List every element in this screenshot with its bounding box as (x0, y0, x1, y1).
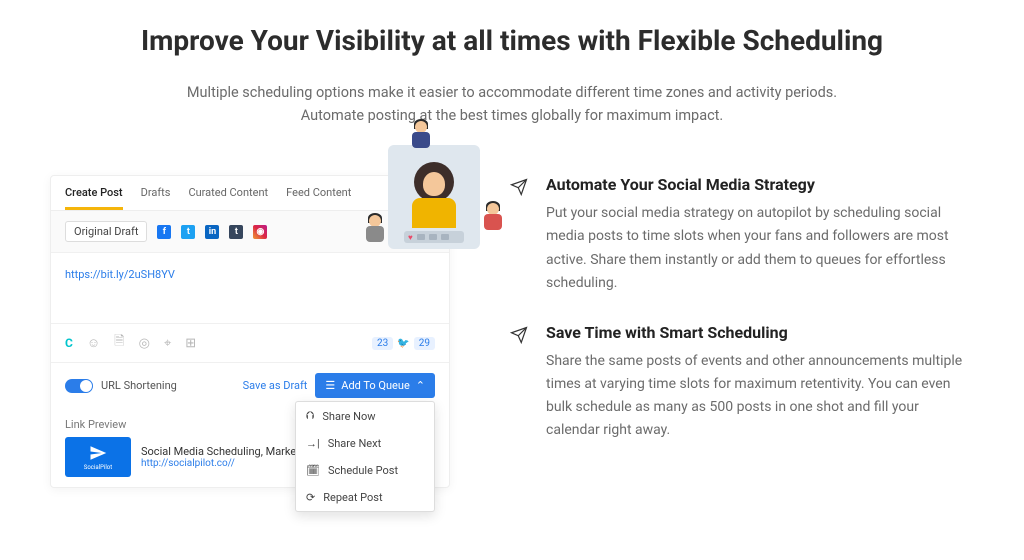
facebook-icon[interactable]: f (157, 225, 171, 239)
canva-icon[interactable]: C (65, 336, 73, 350)
save-as-draft-link[interactable]: Save as Draft (243, 379, 308, 392)
calendar-icon: 🗓 (306, 464, 320, 477)
page-title: Improve Your Visibility at all times wit… (50, 24, 974, 57)
illustration: ♥ (388, 145, 480, 249)
tab-drafts[interactable]: Drafts (141, 186, 171, 210)
compose-link-text: https://bit.ly/2uSH8YV (65, 268, 175, 281)
next-icon: →| (306, 437, 320, 450)
url-shortening-toggle[interactable] (65, 379, 93, 393)
feature-automate: Automate Your Social Media Strategy Put … (510, 175, 974, 294)
feature-title: Save Time with Smart Scheduling (546, 323, 974, 342)
feature-save-time: Save Time with Smart Scheduling Share th… (510, 323, 974, 442)
repeat-icon: ⟳ (306, 491, 315, 504)
compose-toolbar: C ☺ 🗎 ◎ ⌖ ⊞ 23 🐦 29 (51, 323, 449, 362)
subtitle-line-1: Multiple scheduling options make it easi… (50, 81, 974, 104)
counter-a: 23 (372, 337, 393, 350)
tab-create-post[interactable]: Create Post (65, 186, 123, 210)
original-draft-pill[interactable]: Original Draft (65, 221, 147, 242)
instagram-icon[interactable]: ◉ (253, 225, 267, 239)
dropdown-share-now[interactable]: ⮉Share Now (296, 402, 434, 430)
paper-plane-icon (510, 326, 530, 442)
tab-feed[interactable]: Feed Content (286, 186, 351, 210)
linkedin-icon[interactable]: in (205, 225, 219, 239)
tumblr-icon[interactable]: t (229, 225, 243, 239)
share-icon: ⮉ (306, 409, 314, 423)
char-counter: 23 🐦 29 (372, 337, 435, 350)
feature-body: Share the same posts of events and other… (546, 350, 974, 442)
compose-area[interactable]: https://bit.ly/2uSH8YV (51, 253, 449, 323)
twitter-icon[interactable]: t (181, 225, 195, 239)
action-bar: URL Shortening Save as Draft ☰ Add To Qu… (51, 362, 449, 408)
thumb-brand: SocialPilot (84, 464, 112, 471)
gif-icon[interactable]: ⊞ (185, 336, 196, 351)
target-icon[interactable]: ◎ (139, 336, 150, 351)
location-icon[interactable]: ⌖ (164, 336, 171, 351)
feature-body: Put your social media strategy on autopi… (546, 202, 974, 294)
counter-b: 29 (414, 337, 435, 350)
preview-thumbnail: SocialPilot (65, 437, 131, 477)
paper-plane-icon (510, 178, 530, 294)
queue-icon: ☰ (325, 379, 335, 392)
dropdown-schedule-post[interactable]: 🗓Schedule Post (296, 457, 434, 484)
chevron-up-icon: ⌃ (416, 379, 425, 392)
paper-plane-icon (89, 444, 107, 462)
dropdown-share-next[interactable]: →|Share Next (296, 430, 434, 457)
attachment-icon[interactable]: 🗎 (114, 332, 124, 354)
queue-dropdown: ⮉Share Now →|Share Next 🗓Schedule Post ⟳… (295, 401, 435, 512)
dropdown-repeat-post[interactable]: ⟳Repeat Post (296, 484, 434, 511)
feature-title: Automate Your Social Media Strategy (546, 175, 974, 194)
emoji-icon[interactable]: ☺ (87, 335, 100, 351)
tab-curated[interactable]: Curated Content (188, 186, 268, 210)
queue-label: Add To Queue (341, 379, 410, 392)
add-to-queue-button[interactable]: ☰ Add To Queue ⌃ (315, 373, 435, 398)
page-subtitle: Multiple scheduling options make it easi… (50, 81, 974, 127)
subtitle-line-2: Automate posting at the best times globa… (50, 104, 974, 127)
url-shortening-label: URL Shortening (101, 379, 177, 392)
